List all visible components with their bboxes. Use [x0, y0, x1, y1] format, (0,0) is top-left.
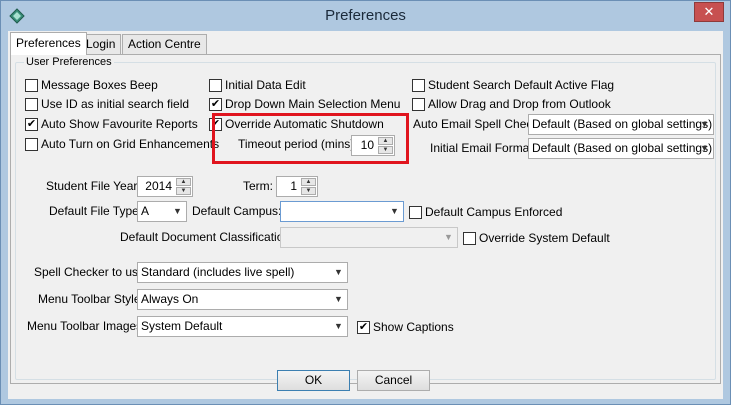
select-value: Always On: [141, 292, 199, 306]
checkbox-label: Allow Drag and Drop from Outlook: [428, 97, 611, 111]
chevron-down-icon[interactable]: ▼: [440, 228, 457, 247]
checkbox-label: Student Search Default Active Flag: [428, 78, 615, 92]
checkbox-box[interactable]: [25, 138, 38, 151]
title-bar[interactable]: Preferences ✕: [1, 1, 730, 31]
checkbox-label: Use ID as initial search field: [41, 97, 190, 111]
spin-down-icon[interactable]: ▼: [176, 187, 191, 195]
checkbox-label: Default Campus Enforced: [425, 205, 563, 219]
select-value: Default (Based on global settings): [532, 141, 713, 155]
checkbox-label: Override System Default: [479, 231, 610, 245]
tab-action-centre[interactable]: Action Centre: [122, 34, 207, 54]
default-doc-class-label: Default Document Classification:: [120, 230, 294, 244]
group-title: User Preferences: [24, 56, 114, 68]
user-preferences-group: User Preferences Message Boxes Beep Use …: [15, 56, 716, 380]
chevron-down-icon[interactable]: ▼: [696, 115, 713, 134]
student-search-flag-checkbox[interactable]: Student Search Default Active Flag: [412, 78, 614, 93]
use-id-search-checkbox[interactable]: Use ID as initial search field: [25, 97, 189, 112]
highlight-box: [212, 113, 409, 164]
drop-down-menu-checkbox[interactable]: Drop Down Main Selection Menu: [209, 97, 400, 112]
spell-checker-label: Spell Checker to use:: [34, 265, 149, 279]
auto-email-spell-select[interactable]: Default (Based on global settings) ▼: [528, 114, 714, 135]
student-file-year-value[interactable]: 2014: [141, 177, 174, 196]
default-campus-label: Default Campus:: [192, 204, 282, 218]
checkbox-box[interactable]: [357, 321, 370, 334]
select-value: Default (Based on global settings): [532, 117, 713, 131]
menu-toolbar-style-select[interactable]: Always On ▼: [137, 289, 348, 310]
default-campus-enforced-checkbox[interactable]: Default Campus Enforced: [409, 205, 562, 220]
default-file-type-label: Default File Type:: [49, 204, 143, 218]
default-doc-class-select[interactable]: ▼: [280, 227, 458, 248]
cancel-button[interactable]: Cancel: [357, 370, 430, 391]
auto-turn-grid-checkbox[interactable]: Auto Turn on Grid Enhancements: [25, 137, 219, 152]
select-value: System Default: [141, 319, 223, 333]
initial-email-format-label: Initial Email Format:: [430, 141, 537, 155]
default-file-type-select[interactable]: A ▼: [137, 201, 187, 222]
checkbox-label: Initial Data Edit: [225, 78, 306, 92]
term-spinner[interactable]: 1 ▲ ▼: [276, 176, 318, 197]
window-title: Preferences: [325, 7, 406, 24]
close-button[interactable]: ✕: [694, 2, 724, 22]
checkbox-box[interactable]: [25, 98, 38, 111]
chevron-down-icon[interactable]: ▼: [330, 263, 347, 282]
student-file-year-spinner[interactable]: 2014 ▲ ▼: [137, 176, 193, 197]
chevron-down-icon[interactable]: ▼: [386, 202, 403, 221]
ok-button[interactable]: OK: [277, 370, 350, 391]
checkbox-label: Auto Turn on Grid Enhancements: [41, 137, 220, 151]
spinner-arrows: ▲ ▼: [176, 178, 191, 195]
checkbox-box[interactable]: [463, 232, 476, 245]
checkbox-box[interactable]: [25, 79, 38, 92]
tab-preferences[interactable]: Preferences: [10, 32, 87, 55]
spin-up-icon[interactable]: ▲: [301, 178, 316, 186]
preferences-panel: User Preferences Message Boxes Beep Use …: [10, 54, 721, 384]
menu-toolbar-images-select[interactable]: System Default ▼: [137, 316, 348, 337]
checkbox-box[interactable]: [409, 206, 422, 219]
auto-show-reports-checkbox[interactable]: Auto Show Favourite Reports: [25, 117, 198, 132]
initial-email-format-select[interactable]: Default (Based on global settings) ▼: [528, 138, 714, 159]
checkbox-box[interactable]: [412, 98, 425, 111]
auto-email-spell-label: Auto Email Spell Check:: [413, 117, 542, 131]
checkbox-box[interactable]: [209, 98, 222, 111]
override-system-default-checkbox[interactable]: Override System Default: [463, 231, 610, 246]
chevron-down-icon[interactable]: ▼: [169, 202, 186, 221]
menu-toolbar-style-label: Menu Toolbar Style:: [38, 292, 144, 306]
show-captions-checkbox[interactable]: Show Captions: [357, 320, 454, 335]
checkbox-box[interactable]: [412, 79, 425, 92]
select-value: A: [141, 204, 150, 218]
checkbox-label: Show Captions: [373, 320, 454, 334]
spin-up-icon[interactable]: ▲: [176, 178, 191, 186]
checkbox-box[interactable]: [25, 118, 38, 131]
spinner-arrows: ▲ ▼: [301, 178, 316, 195]
spin-down-icon[interactable]: ▼: [301, 187, 316, 195]
select-value: Standard (includes live spell): [141, 265, 295, 279]
chevron-down-icon[interactable]: ▼: [330, 290, 347, 309]
allow-drag-drop-checkbox[interactable]: Allow Drag and Drop from Outlook: [412, 97, 611, 112]
chevron-down-icon[interactable]: ▼: [696, 139, 713, 158]
term-label: Term:: [243, 179, 273, 193]
checkbox-label: Drop Down Main Selection Menu: [225, 97, 401, 111]
checkbox-label: Auto Show Favourite Reports: [41, 117, 198, 131]
default-campus-select[interactable]: ▼: [280, 201, 404, 222]
checkbox-box[interactable]: [209, 79, 222, 92]
preferences-window: Preferences ✕ Preferences Login Action C…: [0, 0, 731, 405]
checkbox-label: Message Boxes Beep: [41, 78, 158, 92]
spell-checker-select[interactable]: Standard (includes live spell) ▼: [137, 262, 348, 283]
dialog-client: Preferences Login Action Centre User Pre…: [8, 31, 723, 399]
term-value[interactable]: 1: [280, 177, 299, 196]
menu-toolbar-images-label: Menu Toolbar Images:: [27, 319, 146, 333]
message-boxes-beep-checkbox[interactable]: Message Boxes Beep: [25, 78, 158, 93]
chevron-down-icon[interactable]: ▼: [330, 317, 347, 336]
student-file-year-label: Student File Year:: [46, 179, 141, 193]
initial-data-edit-checkbox[interactable]: Initial Data Edit: [209, 78, 306, 93]
